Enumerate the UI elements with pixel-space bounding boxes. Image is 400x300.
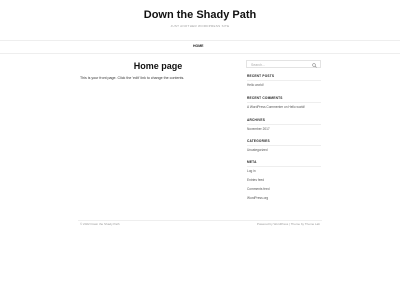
widget-divider (247, 102, 321, 103)
meta-link-wordpress-org[interactable]: WordPress.org (247, 196, 268, 200)
footer-credits[interactable]: Powered by WordPress | Theme by Theme La… (257, 222, 320, 226)
footer-copyright: © 2022 Down the Shady Path (80, 222, 120, 226)
widget-title-recent-comments: RECENT COMMENTS (247, 96, 283, 100)
search-placeholder: Search... (251, 62, 266, 67)
site-description: Just another WordPress site (170, 24, 230, 28)
widget-divider (247, 80, 321, 81)
widget-title-recent-posts: RECENT POSTS (247, 74, 275, 78)
site-header: Down the Shady Path Just another WordPre… (0, 0, 400, 41)
main-navigation: HOME (0, 41, 400, 54)
category-link[interactable]: Uncategorized (247, 148, 268, 152)
widget-title-archives: ARCHIVES (247, 118, 266, 122)
recent-post-link[interactable]: Hello world! (247, 83, 264, 87)
widget-divider (247, 124, 321, 125)
widget-divider (247, 166, 321, 167)
widget-divider (247, 145, 321, 146)
site-title[interactable]: Down the Shady Path (0, 9, 400, 21)
meta-link-log-in[interactable]: Log in (247, 169, 256, 173)
search-input[interactable]: Search... (246, 60, 321, 68)
widget-title-categories: CATEGORIES (247, 139, 270, 143)
meta-link-comments-feed[interactable]: Comments feed (247, 187, 270, 191)
search-icon[interactable] (312, 62, 317, 68)
meta-link-entries-feed[interactable]: Entries feed (247, 178, 264, 182)
nav-item-home[interactable]: HOME (193, 44, 204, 48)
recent-comment-link[interactable]: A WordPress Commenter on Hello world! (247, 105, 305, 109)
archive-link[interactable]: November 2017 (247, 127, 270, 131)
widget-title-meta: META (247, 160, 257, 164)
page-title: Home page (133, 61, 183, 71)
page-content: This is your front page. Click the 'edit… (80, 76, 185, 80)
